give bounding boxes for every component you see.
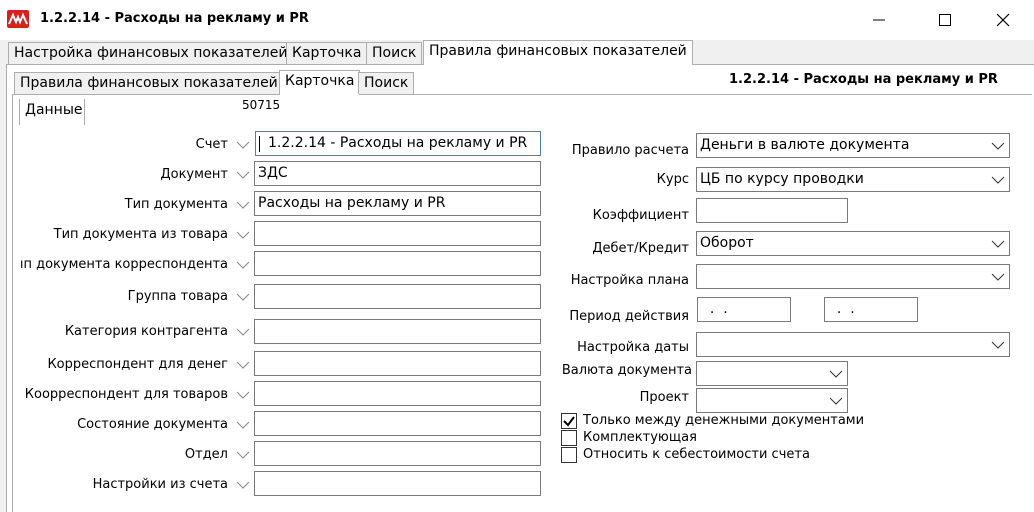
rate-select[interactable]: ЦБ по курсу проводки: [696, 167, 1010, 192]
document-state-field[interactable]: [254, 411, 541, 436]
project-select[interactable]: [696, 388, 848, 413]
project-label: Проект: [639, 390, 689, 405]
chevron-down-icon: [991, 240, 1005, 248]
doc-type-correspondent-field[interactable]: [254, 251, 541, 276]
document-label: Документ: [160, 167, 228, 182]
validity-period-label: Период действия: [569, 309, 689, 324]
goods-group-field[interactable]: [254, 284, 541, 309]
chevron-down-icon: [991, 176, 1005, 184]
chevron-down-icon: [991, 341, 1005, 349]
doc-type-from-goods-field[interactable]: [254, 221, 541, 246]
document-state-label: Состояние документа: [77, 417, 228, 432]
goods-correspondent-field[interactable]: [254, 381, 541, 406]
doc-type-from-goods-label: Тип документа из товара: [53, 227, 228, 242]
tab-label: Правила финансовых показателей: [20, 75, 278, 91]
document-state-dropdown-icon[interactable]: [233, 415, 253, 435]
chevron-down-icon: [829, 397, 843, 405]
period-from-field[interactable]: . .: [697, 297, 791, 322]
account-field[interactable]: 1.2.2.14 - Расходы на рекламу и PR: [255, 131, 541, 156]
app-logo-icon: [7, 10, 29, 28]
maximize-button[interactable]: [922, 0, 968, 40]
component-checkbox[interactable]: [561, 430, 577, 446]
title-bar: 1.2.2.14 - Расходы на рекламу и PR: [0, 0, 1034, 40]
chevron-down-icon: [991, 273, 1005, 281]
account-dropdown-icon[interactable]: [233, 135, 253, 155]
tab-fin-settings[interactable]: Настройка финансовых показателей: [8, 42, 294, 64]
rate-label: Курс: [656, 172, 689, 187]
settings-from-account-label: Настройки из счета: [92, 477, 228, 492]
calc-rule-label: Правило расчета: [571, 143, 689, 158]
goods-correspondent-label: Коорреспондент для товаров: [24, 387, 228, 402]
settings-from-account-field[interactable]: [254, 471, 541, 496]
tab-fin-rules[interactable]: Правила финансовых показателей: [423, 40, 693, 65]
doc-type-from-goods-dropdown-icon[interactable]: [233, 225, 253, 245]
date-settings-label: Настройка даты: [577, 340, 689, 355]
tab-label: Правила финансовых показателей: [429, 43, 687, 59]
tab-label: Карточка: [285, 73, 355, 89]
account-value: 1.2.2.14 - Расходы на рекламу и PR: [268, 135, 528, 151]
only-money-docs-label: Только между денежными документами: [583, 413, 865, 428]
document-field[interactable]: ЗДС: [254, 161, 541, 186]
plan-settings-label: Настройка плана: [570, 273, 689, 288]
text-caret: [259, 136, 260, 152]
period-to-field[interactable]: . .: [824, 297, 918, 322]
doc-type-dropdown-icon[interactable]: [233, 195, 253, 215]
document-currency-label: Валюта документа: [561, 363, 692, 378]
money-correspondent-label: Корреспондент для денег: [47, 357, 228, 372]
data-tab[interactable]: Данные: [19, 99, 85, 125]
goods-group-dropdown-icon[interactable]: [233, 287, 253, 307]
debit-credit-label: Дебет/Кредит: [592, 241, 689, 256]
coefficient-field[interactable]: [696, 198, 848, 223]
tab-search[interactable]: Поиск: [366, 42, 423, 64]
doc-type-correspondent-label: ıп документа корреспондента: [19, 257, 228, 272]
chevron-down-icon: [991, 142, 1005, 150]
settings-from-account-dropdown-icon[interactable]: [233, 475, 253, 495]
calc-rule-select[interactable]: Деньги в валюте документа: [696, 133, 1010, 158]
window-title: 1.2.2.14 - Расходы на рекламу и PR: [40, 11, 309, 26]
rate-value: ЦБ по курсу проводки: [700, 171, 864, 187]
tab-label: Поиск: [372, 45, 417, 61]
record-title: 1.2.2.14 - Расходы на рекламу и PR: [729, 72, 998, 87]
minimize-button[interactable]: [856, 0, 902, 40]
counterparty-category-field[interactable]: [254, 319, 541, 344]
goods-correspondent-dropdown-icon[interactable]: [233, 385, 253, 405]
date-settings-select[interactable]: [696, 332, 1010, 357]
money-correspondent-field[interactable]: [254, 351, 541, 376]
cost-attribution-checkbox[interactable]: [561, 447, 577, 463]
counterparty-category-label: Категория контрагента: [64, 324, 228, 339]
coefficient-label: Коэффициент: [592, 208, 689, 223]
department-field[interactable]: [254, 441, 541, 466]
money-correspondent-dropdown-icon[interactable]: [233, 355, 253, 375]
document-currency-select[interactable]: [696, 361, 848, 386]
close-button[interactable]: [980, 0, 1026, 40]
cost-attribution-label: Относить к себестоимости счета: [583, 447, 810, 462]
calc-rule-value: Деньги в валюте документа: [700, 137, 910, 153]
chevron-down-icon: [829, 370, 843, 378]
tab-label: Настройка финансовых показателей: [14, 45, 288, 61]
tab-label: Карточка: [292, 45, 362, 61]
department-label: Отдел: [184, 447, 228, 462]
debit-credit-select[interactable]: Оборот: [696, 231, 1010, 256]
account-label: Счет: [195, 137, 228, 152]
plan-settings-select[interactable]: [696, 264, 1010, 289]
department-dropdown-icon[interactable]: [233, 445, 253, 465]
doc-type-correspondent-dropdown-icon[interactable]: [233, 255, 253, 275]
checkmark-icon: [563, 416, 575, 427]
doc-type-label: Тип документа: [124, 197, 228, 212]
tab-label: Поиск: [364, 75, 409, 91]
inner-tab-search[interactable]: Поиск: [358, 72, 415, 94]
counterparty-category-dropdown-icon[interactable]: [233, 322, 253, 342]
tab-card[interactable]: Карточка: [286, 42, 368, 64]
goods-group-label: Группа товара: [127, 289, 228, 304]
only-money-docs-checkbox[interactable]: [561, 413, 577, 429]
inner-tab-card[interactable]: Карточка: [279, 70, 361, 95]
document-dropdown-icon[interactable]: [233, 165, 253, 185]
component-label: Комплектующая: [583, 430, 697, 445]
doc-type-field[interactable]: Расходы на рекламу и PR: [254, 191, 541, 216]
inner-tab-fin-rules[interactable]: Правила финансовых показателей: [14, 72, 284, 94]
debit-credit-value: Оборот: [700, 235, 754, 251]
record-id: 50715: [242, 98, 281, 112]
